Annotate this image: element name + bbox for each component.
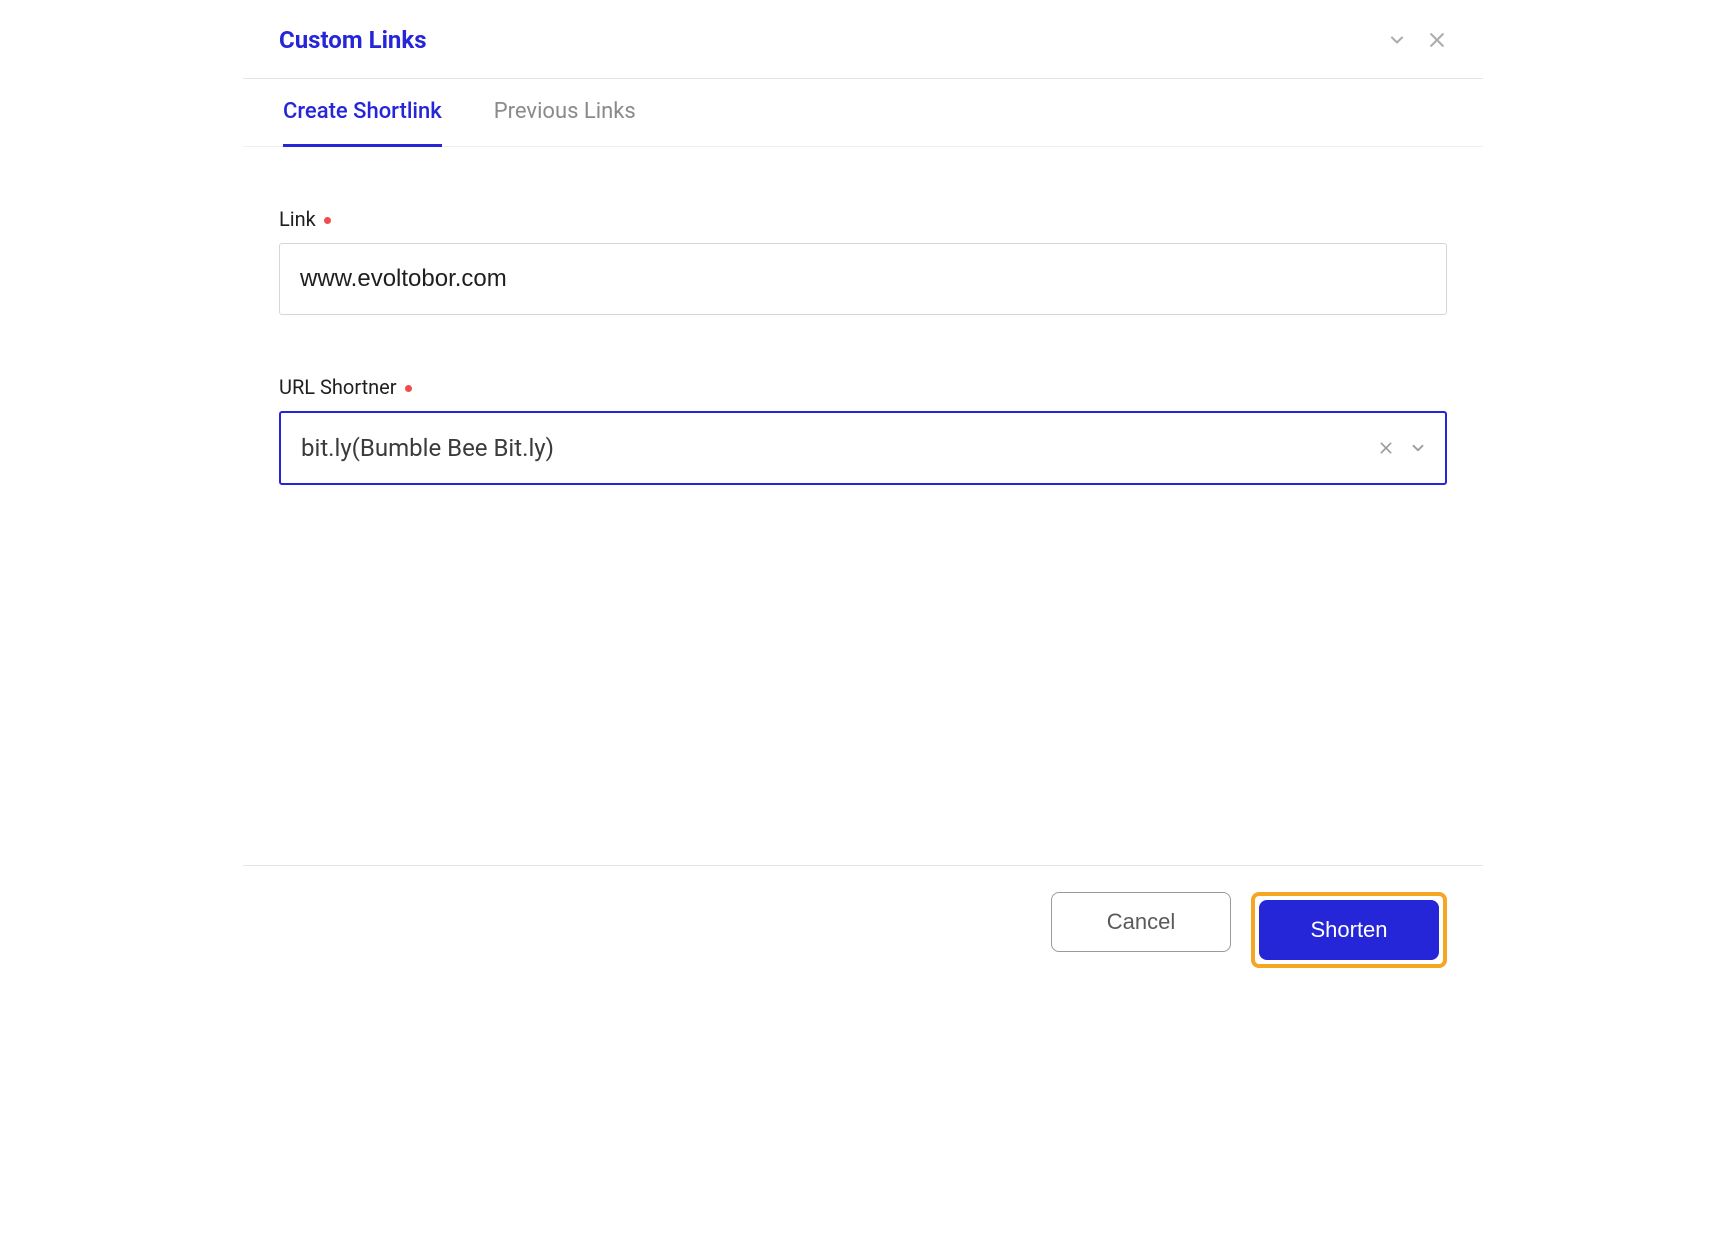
shorten-button[interactable]: Shorten: [1259, 900, 1439, 960]
shortener-select[interactable]: bit.ly(Bumble Bee Bit.ly): [279, 411, 1447, 485]
collapse-icon[interactable]: [1387, 30, 1407, 50]
link-label: Link: [279, 207, 1447, 231]
form-group-shortener: URL Shortner bit.ly(Bumble Bee Bit.ly): [279, 375, 1447, 485]
dialog-header: Custom Links: [243, 0, 1483, 79]
form-group-link: Link: [279, 207, 1447, 315]
select-icons: [1377, 439, 1427, 457]
highlight-annotation: Shorten: [1251, 892, 1447, 968]
custom-links-dialog: Custom Links Create Shortlink Previous L…: [243, 0, 1483, 994]
clear-icon[interactable]: [1377, 439, 1395, 457]
form-area: Link URL Shortner bit.ly(Bumble Bee Bit.…: [243, 147, 1483, 585]
dialog-footer: Cancel Shorten: [243, 865, 1483, 994]
shortener-label-text: URL Shortner: [279, 375, 397, 399]
tab-previous-links[interactable]: Previous Links: [494, 79, 636, 147]
link-label-text: Link: [279, 207, 316, 231]
dialog-header-actions: [1387, 30, 1471, 50]
close-icon[interactable]: [1427, 30, 1447, 50]
required-indicator-icon: [405, 385, 412, 392]
cancel-button[interactable]: Cancel: [1051, 892, 1231, 952]
shortener-label: URL Shortner: [279, 375, 1447, 399]
link-input[interactable]: [279, 243, 1447, 315]
required-indicator-icon: [324, 217, 331, 224]
shortener-select-wrapper: bit.ly(Bumble Bee Bit.ly): [279, 411, 1447, 485]
tab-create-shortlink[interactable]: Create Shortlink: [283, 79, 442, 147]
chevron-down-icon[interactable]: [1409, 439, 1427, 457]
tabs: Create Shortlink Previous Links: [243, 79, 1483, 147]
dialog-title: Custom Links: [279, 26, 427, 54]
shortener-selected-value: bit.ly(Bumble Bee Bit.ly): [301, 434, 554, 462]
